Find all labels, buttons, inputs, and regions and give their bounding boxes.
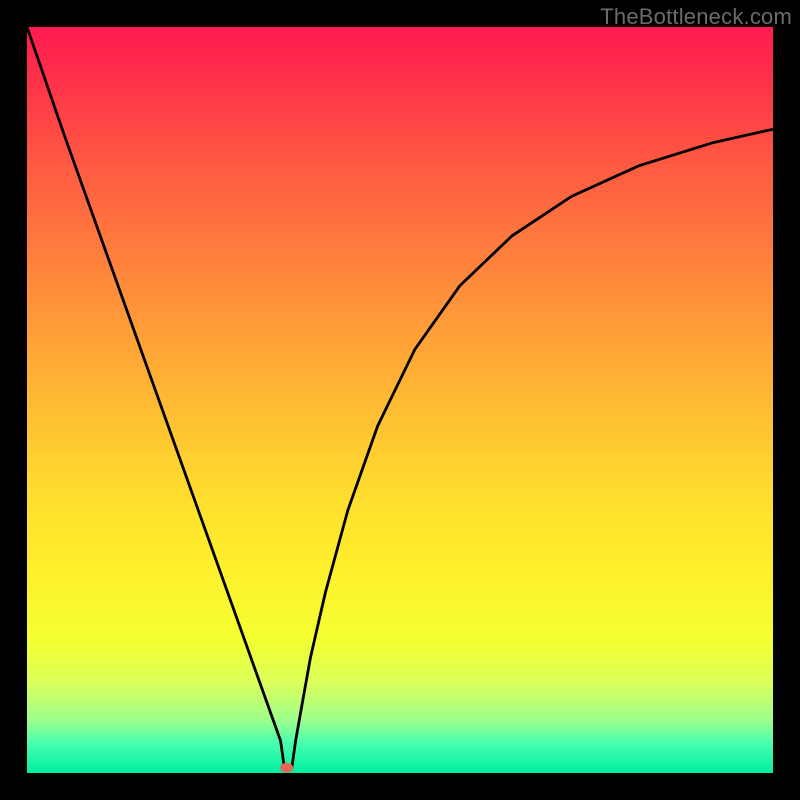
chart-frame: { "watermark": { "text": "TheBottleneck.… [0,0,800,800]
chart-overlay [27,27,773,773]
watermark-label: TheBottleneck.com [600,4,792,30]
optimum-marker [280,763,293,773]
bottleneck-curve [27,27,773,768]
